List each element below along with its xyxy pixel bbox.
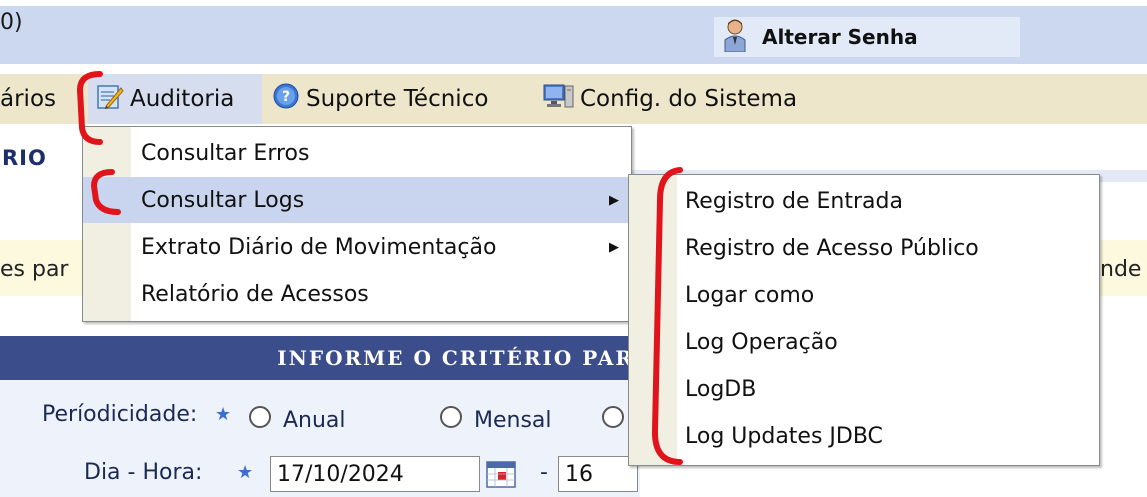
info-text-right: nde <box>1100 257 1142 282</box>
menu-config-sistema[interactable]: Config. do Sistema <box>542 74 797 124</box>
menu-item-label: Extrato Diário de Movimentação <box>141 234 497 260</box>
menu-usuarios[interactable]: ários <box>0 74 56 124</box>
auditoria-dropdown: Consultar Erros Consultar Logs ▶ Extrato… <box>82 126 632 322</box>
submenu-item-log-operacao[interactable]: Log Operação <box>629 319 1099 365</box>
page-title: RIO <box>2 146 47 170</box>
submenu-item-logar-como[interactable]: Logar como <box>629 272 1099 318</box>
submenu-arrow-icon: ▶ <box>609 192 619 208</box>
submenu-arrow-icon: ▶ <box>609 239 619 255</box>
alterar-senha-button[interactable]: Alterar Senha <box>714 17 1020 57</box>
submenu-item-log-updates-jdbc[interactable]: Log Updates JDBC <box>629 413 1099 459</box>
submenu-item-label: Registro de Acesso Público <box>685 235 979 261</box>
form-area: Períodicidade: ★ Anual Mensal Dia - Hora… <box>0 380 640 497</box>
submenu-item-registro-entrada[interactable]: Registro de Entrada <box>629 178 1099 224</box>
menu-usuarios-label: ários <box>0 86 56 112</box>
dash-separator: - <box>540 460 548 485</box>
user-avatar-icon <box>722 18 748 56</box>
periodicidade-label: Períodicidade: <box>42 402 198 427</box>
menu-suporte-tecnico[interactable]: ? Suporte Técnico <box>272 74 488 124</box>
info-text-left: es par <box>0 257 69 282</box>
form-header-label: Informe o Critério par <box>277 346 634 370</box>
submenu-item-registro-acesso-publico[interactable]: Registro de Acesso Público <box>629 225 1099 271</box>
required-star-icon: ★ <box>215 404 232 425</box>
menu-auditoria[interactable]: Auditoria <box>88 74 262 124</box>
required-star-icon: ★ <box>237 462 254 483</box>
audit-pencil-icon <box>96 82 124 116</box>
radio-anual-label: Anual <box>283 408 346 433</box>
radio-mensal-label: Mensal <box>474 408 552 433</box>
menu-item-consultar-erros[interactable]: Consultar Erros <box>83 130 631 176</box>
submenu-item-label: LogDB <box>685 376 757 402</box>
dia-hora-label: Dia - Hora: <box>84 460 203 485</box>
menu-item-relatorio-acessos[interactable]: Relatório de Acessos <box>83 271 631 317</box>
radio-mensal[interactable] <box>440 406 462 428</box>
menu-item-label: Consultar Logs <box>141 187 305 213</box>
svg-text:?: ? <box>282 89 290 105</box>
menu-item-consultar-logs[interactable]: Consultar Logs ▶ <box>83 177 631 223</box>
menu-item-label: Consultar Erros <box>141 140 310 166</box>
submenu-item-label: Log Updates JDBC <box>685 423 883 449</box>
menu-config-sistema-label: Config. do Sistema <box>580 86 798 112</box>
radio-anual[interactable] <box>249 406 271 428</box>
menu-auditoria-label: Auditoria <box>130 86 235 112</box>
submenu-item-label: Log Operação <box>685 329 838 355</box>
submenu-item-label: Logar como <box>685 282 815 308</box>
date-input[interactable]: 17/10/2024 <box>270 456 480 492</box>
menu-item-extrato-diario[interactable]: Extrato Diário de Movimentação ▶ <box>83 224 631 270</box>
computer-icon <box>542 82 574 116</box>
submenu-item-label: Registro de Entrada <box>685 188 903 214</box>
user-info-fragment: 0) <box>0 10 23 35</box>
radio-diario[interactable] <box>602 406 624 428</box>
menubar: ários Auditoria ? Suporte Técnico Config… <box>0 74 1147 124</box>
form-header: Informe o Critério par <box>0 336 640 380</box>
menu-suporte-tecnico-label: Suporte Técnico <box>306 86 489 112</box>
help-icon: ? <box>272 82 300 116</box>
hour-input[interactable]: 16 <box>558 456 638 492</box>
menu-item-label: Relatório de Acessos <box>141 281 369 307</box>
calendar-icon[interactable] <box>486 460 516 492</box>
consultar-logs-submenu: Registro de Entrada Registro de Acesso P… <box>628 174 1100 466</box>
submenu-item-logdb[interactable]: LogDB <box>629 366 1099 412</box>
alterar-senha-label: Alterar Senha <box>762 25 918 49</box>
